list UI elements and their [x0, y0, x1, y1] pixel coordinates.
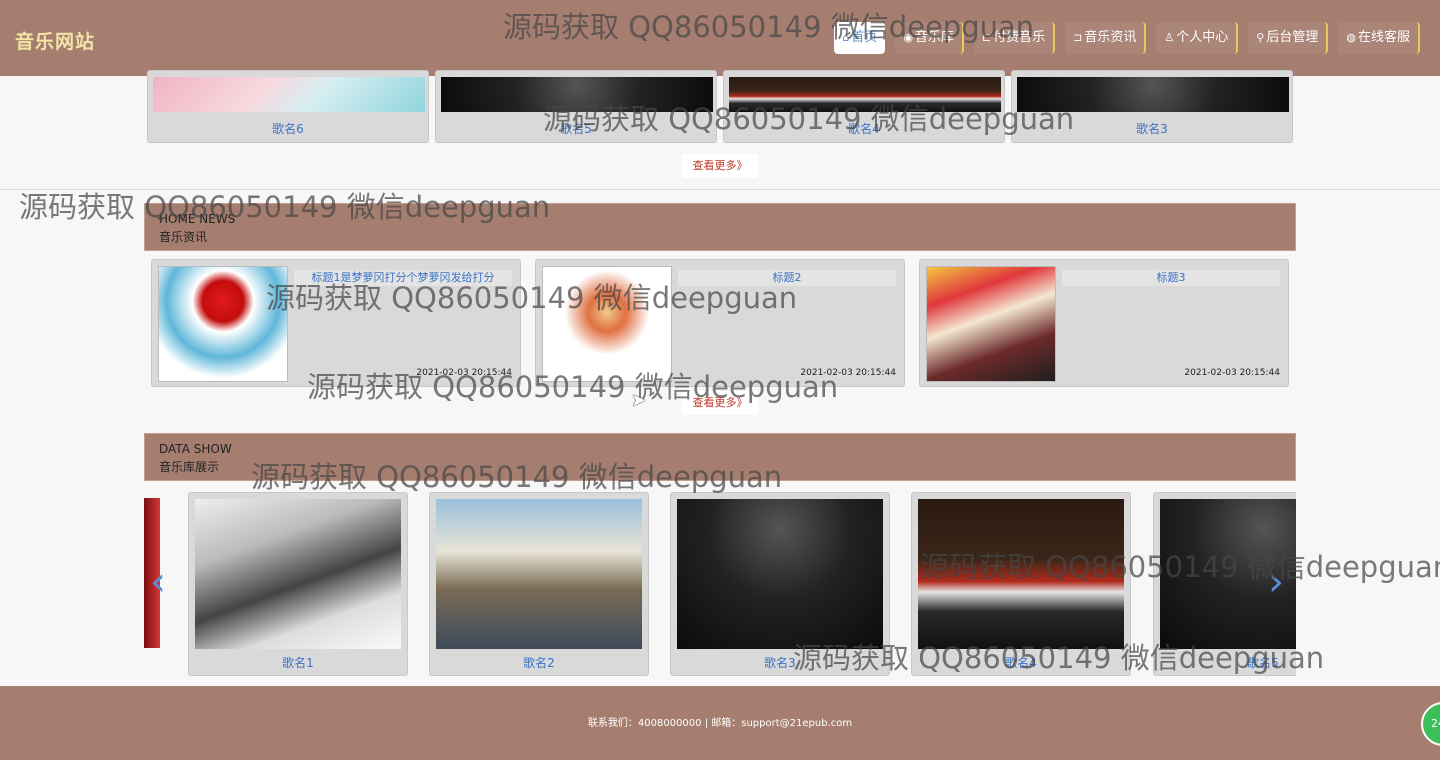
section-divider: [0, 189, 1440, 190]
news-thumbnail[interactable]: [542, 266, 672, 382]
page-footer: 联系我们：4008000000 | 邮箱：support@21epub.com: [0, 686, 1440, 760]
nav-personal-center-label: 个人中心: [1176, 30, 1229, 45]
site-brand[interactable]: 音乐网站: [15, 27, 95, 54]
nav-paid-music-label: 付费音乐: [993, 30, 1046, 45]
watermark-clip: 源码获取 QQ86050149 微信deepguan: [920, 540, 1440, 584]
nav-home-label: 首页: [851, 30, 878, 45]
news-header-zh: 音乐资讯: [159, 230, 208, 244]
nav-links: ⌂ 首页 ◉ 音乐库 ⊏ 付费音乐 ⊐ 音乐资讯 ♙ 个人中心 ⚲ 后台管理 ◍…: [834, 22, 1420, 54]
carousel-card[interactable]: 歌名1: [188, 492, 408, 676]
watermark-text: 源码获取 QQ86050149 微信deepguan: [920, 550, 1440, 584]
song-title[interactable]: 歌名6: [148, 120, 428, 137]
show-header-en: DATA SHOW: [159, 442, 232, 456]
show-section-header: DATA SHOW 音乐库展示: [144, 433, 1296, 481]
nav-home[interactable]: ⌂ 首页: [834, 22, 886, 54]
nav-music-library-label: 音乐库: [914, 30, 954, 45]
song-cover[interactable]: [441, 77, 713, 112]
song-title[interactable]: 歌名4: [724, 120, 1004, 137]
song-title[interactable]: 歌名3: [1012, 120, 1292, 137]
home-icon: ⌂: [842, 31, 850, 44]
news-header-en: HOME NEWS: [159, 212, 236, 226]
news-card[interactable]: 标题3 2021-02-03 20:15:44: [919, 259, 1289, 387]
song-card[interactable]: 歌名5: [435, 70, 717, 143]
carousel-song-title[interactable]: 歌名2: [430, 654, 648, 671]
song-title[interactable]: 歌名5: [436, 120, 716, 137]
news-thumbnail[interactable]: [158, 266, 288, 382]
top-navbar: 音乐网站 ⌂ 首页 ◉ 音乐库 ⊏ 付费音乐 ⊐ 音乐资讯 ♙ 个人中心 ⚲ 后…: [0, 0, 1440, 76]
news-title[interactable]: 标题3: [1062, 270, 1280, 286]
globe-icon: ◉: [903, 31, 913, 44]
carousel-song-title[interactable]: 歌名3: [671, 654, 889, 671]
carousel-card[interactable]: 歌名2: [429, 492, 649, 676]
view-more-news-button[interactable]: 查看更多》: [682, 391, 758, 415]
view-more-songs-button[interactable]: 查看更多》: [682, 154, 758, 178]
song-card[interactable]: 歌名4: [723, 70, 1005, 143]
news-date: 2021-02-03 20:15:44: [416, 368, 512, 378]
link-icon: ⚲: [1256, 31, 1265, 44]
nav-admin[interactable]: ⚲ 后台管理: [1248, 22, 1329, 54]
song-card[interactable]: 歌名3: [1011, 70, 1293, 143]
song-cover[interactable]: [729, 77, 1001, 112]
carousel-song-title[interactable]: 歌名5: [1154, 654, 1296, 671]
carousel-viewport: 歌名1 歌名2 歌名3 歌名4 歌名5: [144, 490, 1296, 680]
carousel-song-title[interactable]: 歌名1: [189, 654, 407, 671]
song-cover[interactable]: [153, 77, 425, 112]
nav-music-news[interactable]: ⊐ 音乐资讯: [1065, 22, 1147, 54]
mouse-pointer-icon: ➤: [631, 390, 647, 411]
carousel-cover[interactable]: [195, 499, 401, 649]
chat-icon: ◍: [1346, 31, 1356, 44]
nav-online-service[interactable]: ◍ 在线客服: [1338, 22, 1420, 54]
nav-online-service-label: 在线客服: [1357, 30, 1410, 45]
nav-music-news-label: 音乐资讯: [1084, 30, 1137, 45]
news-card[interactable]: 标题2 2021-02-03 20:15:44: [535, 259, 905, 387]
nav-personal-center[interactable]: ♙ 个人中心: [1156, 22, 1239, 54]
song-cover[interactable]: [1017, 77, 1289, 112]
news-section-header: HOME NEWS 音乐资讯: [144, 203, 1296, 251]
song-card[interactable]: 歌名6: [147, 70, 429, 143]
news-thumbnail[interactable]: [926, 266, 1056, 382]
carousel-card[interactable]: 歌名3: [670, 492, 890, 676]
doc-icon: ⊐: [1073, 31, 1083, 44]
nav-paid-music[interactable]: ⊏ 付费音乐: [973, 22, 1056, 54]
show-header-zh: 音乐库展示: [159, 460, 220, 474]
tag-icon: ⊏: [981, 31, 992, 44]
carousel-card[interactable]: 歌名4: [911, 492, 1131, 676]
carousel-prev-arrow-icon[interactable]: ‹: [150, 562, 166, 602]
nav-music-library[interactable]: ◉ 音乐库: [895, 22, 964, 54]
news-title[interactable]: 标题1是梦萝冈打分个梦萝冈发给打分: [294, 270, 512, 286]
footer-contact-text: 联系我们：4008000000 | 邮箱：support@21epub.com: [587, 718, 853, 729]
carousel-cover[interactable]: [677, 499, 883, 649]
user-icon: ♙: [1164, 31, 1175, 44]
news-date: 2021-02-03 20:15:44: [800, 368, 896, 378]
news-date: 2021-02-03 20:15:44: [1184, 368, 1280, 378]
news-title[interactable]: 标题2: [678, 270, 896, 286]
carousel-cover[interactable]: [436, 499, 642, 649]
news-card[interactable]: 标题1是梦萝冈打分个梦萝冈发给打分 2021-02-03 20:15:44: [151, 259, 521, 387]
nav-admin-label: 后台管理: [1266, 30, 1319, 45]
carousel-song-title[interactable]: 歌名4: [912, 654, 1130, 671]
